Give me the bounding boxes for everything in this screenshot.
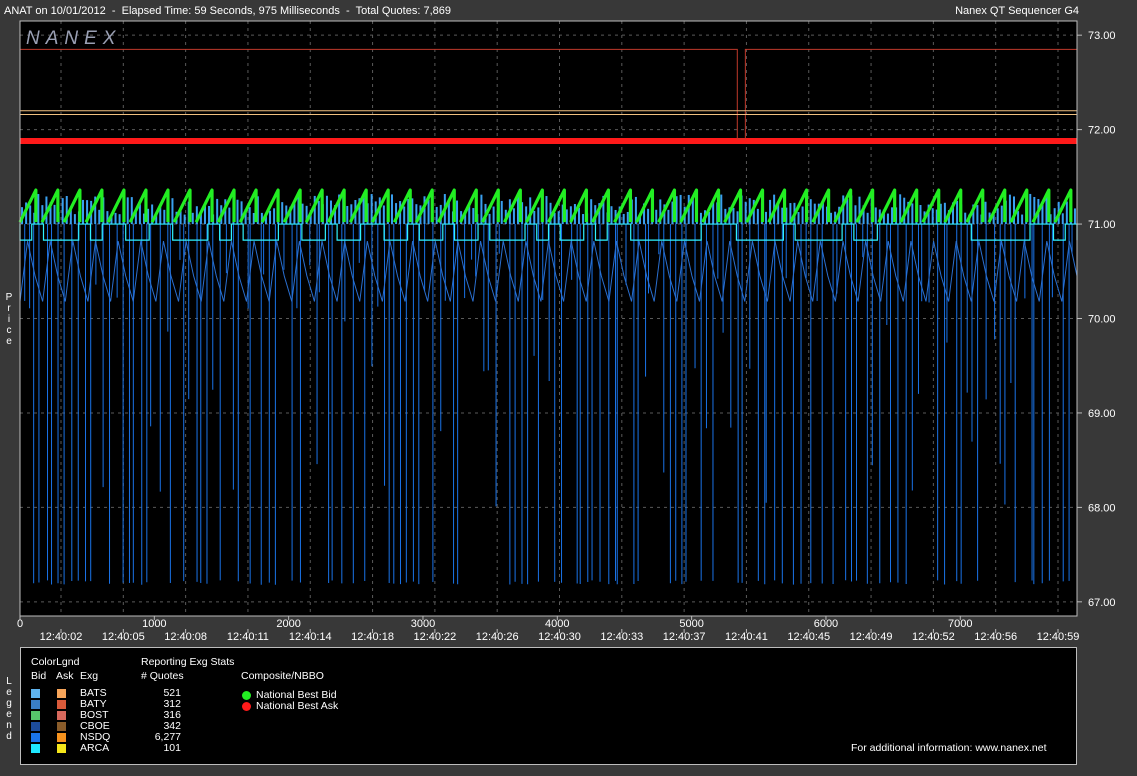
ask-swatch <box>57 700 66 709</box>
x-tick-label: 2000 <box>276 618 300 630</box>
x-tick-label: 3000 <box>411 618 435 630</box>
x-tick-label: 4000 <box>545 618 569 630</box>
bid-swatch <box>31 733 40 742</box>
time-tick-label: 12:40:02 <box>40 631 83 643</box>
y-tick-label: 69.00 <box>1088 408 1116 420</box>
time-tick-label: 12:40:59 <box>1037 631 1080 643</box>
legend-quotes-col: # Quotes <box>141 670 184 682</box>
ask-swatch <box>57 722 66 731</box>
legend-panel: ColorLgnd Bid Ask Exg Reporting Exg Stat… <box>20 647 1077 765</box>
time-tick-label: 12:40:41 <box>725 631 768 643</box>
time-tick-label: 12:40:56 <box>974 631 1017 643</box>
legend-bid-col: Bid <box>31 670 47 682</box>
time-tick-label: 12:40:14 <box>289 631 332 643</box>
time-tick-label: 12:40:22 <box>413 631 456 643</box>
x-tick-label: 1000 <box>142 618 166 630</box>
time-tick-label: 12:40:45 <box>787 631 830 643</box>
legend-stats-heading: Reporting Exg Stats <box>141 656 235 668</box>
legend-footer: For additional information: www.nanex.ne… <box>851 742 1047 754</box>
nbbo-dot <box>242 702 251 711</box>
bid-swatch <box>31 744 40 753</box>
x-tick-label: 6000 <box>814 618 838 630</box>
ask-swatch <box>57 733 66 742</box>
y-tick-label: 72.00 <box>1088 125 1116 137</box>
y-tick-label: 71.00 <box>1088 219 1116 231</box>
price-chart: NANEX 67.00 68.00 69.00 70.00 71.00 72.00 73.0… <box>17 20 1116 643</box>
bid-swatch <box>31 722 40 731</box>
legend-ask-col: Ask <box>56 670 74 682</box>
ask-swatch <box>57 711 66 720</box>
ask-swatch <box>57 744 66 753</box>
y-tick-label: 73.00 <box>1088 30 1116 42</box>
x-tick-label: 0 <box>17 618 23 630</box>
x-tick-label: 5000 <box>679 618 703 630</box>
time-tick-label: 12:40:26 <box>476 631 519 643</box>
bid-swatch <box>31 700 40 709</box>
time-tick-label: 12:40:18 <box>351 631 394 643</box>
legend-colorlgnd-heading: ColorLgnd <box>31 656 80 668</box>
y-tick-label: 68.00 <box>1088 502 1116 514</box>
nanex-logo: NANEX <box>26 28 121 49</box>
legend-exg-col: Exg <box>80 670 99 682</box>
chart-area: NANEX 67.00 68.00 69.00 70.00 71.00 72.00 73.0… <box>0 0 1137 645</box>
legend-side-label: Legend <box>6 676 12 742</box>
time-tick-label: 12:40:11 <box>227 631 269 643</box>
x-tick-label: 7000 <box>948 618 972 630</box>
time-tick-label: 12:40:05 <box>102 631 145 643</box>
legend-nbbo-heading: Composite/NBBO <box>241 670 324 682</box>
ask-swatch <box>57 689 66 698</box>
nbbo-label: National Best Ask <box>256 700 339 712</box>
legend-quote-count: 101 <box>163 742 181 754</box>
nbbo-dot <box>242 691 251 700</box>
y-tick-label: 70.00 <box>1088 314 1116 326</box>
time-tick-label: 12:40:08 <box>164 631 207 643</box>
time-tick-label: 12:40:30 <box>538 631 581 643</box>
bid-swatch <box>31 711 40 720</box>
y-tick-label: 67.00 <box>1088 597 1116 609</box>
time-tick-label: 12:40:33 <box>600 631 643 643</box>
time-tick-label: 12:40:37 <box>663 631 706 643</box>
bid-swatch <box>31 689 40 698</box>
time-tick-label: 12:40:52 <box>912 631 955 643</box>
legend-exg-label: ARCA <box>80 742 110 754</box>
time-tick-label: 12:40:49 <box>850 631 893 643</box>
